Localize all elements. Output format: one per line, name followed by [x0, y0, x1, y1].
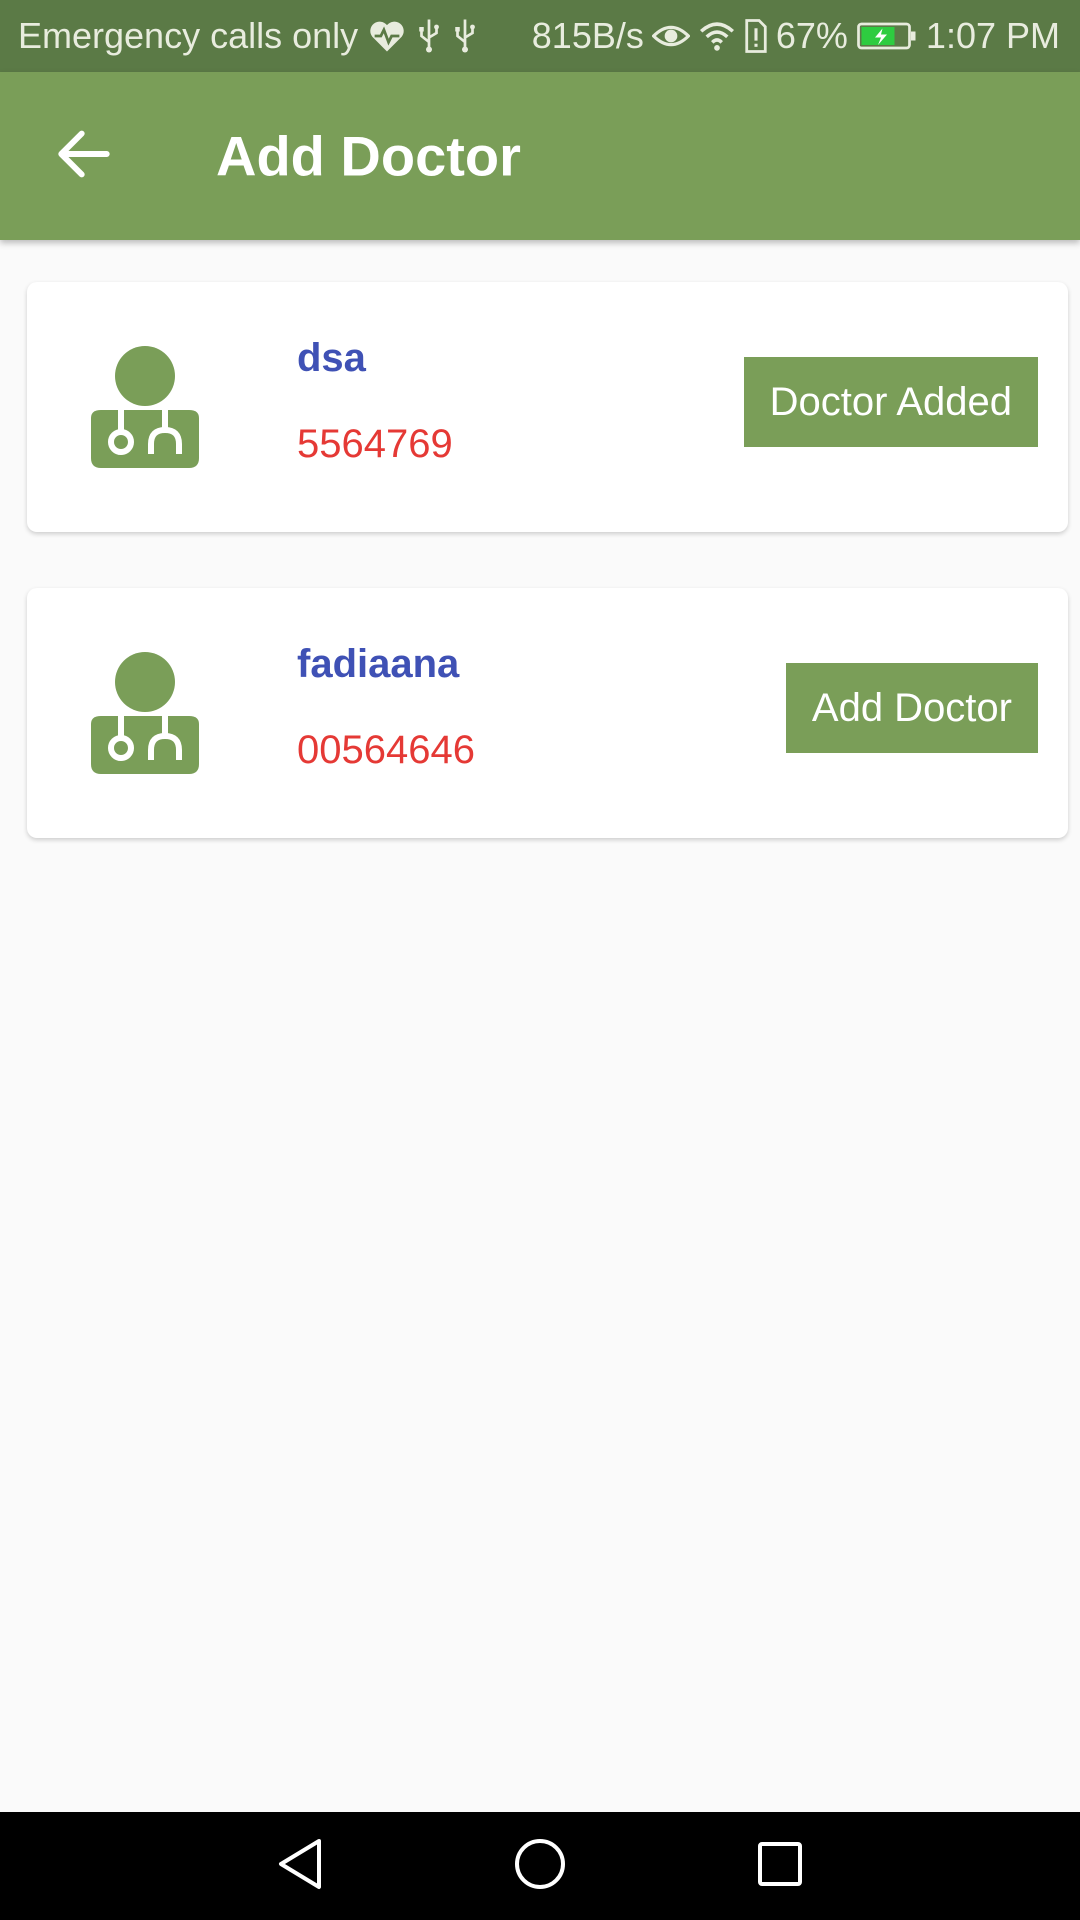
usb-icon — [452, 18, 478, 54]
app-bar: Add Doctor — [0, 72, 1080, 240]
wifi-icon — [698, 20, 736, 52]
heart-pulse-icon — [368, 19, 406, 53]
add-doctor-button[interactable]: Add Doctor — [785, 663, 1038, 753]
status-time: 1:07 PM — [925, 15, 1060, 56]
arrow-left-icon — [56, 129, 112, 184]
navigation-bar — [0, 1812, 1080, 1920]
doctor-phone: 5564769 — [297, 422, 453, 466]
doctor-name: fadiaana — [297, 642, 460, 686]
doctor-name: dsa — [297, 336, 366, 380]
doctor-added-button[interactable]: Doctor Added — [743, 357, 1038, 447]
doctor-list: dsa 5564769 Doctor Added fadiaana 005646… — [27, 282, 1068, 894]
page-title: Add Doctor — [216, 124, 521, 188]
doctor-icon — [91, 650, 199, 774]
back-button[interactable] — [44, 116, 124, 196]
doctor-card: dsa 5564769 Doctor Added — [27, 282, 1068, 532]
doctor-icon — [91, 344, 199, 468]
status-left: Emergency calls only — [18, 15, 478, 57]
carrier-text: Emergency calls only — [18, 15, 359, 56]
status-right: 815B/s 67% 1:07 PM — [532, 15, 1060, 57]
home-circle-icon — [513, 1837, 567, 1896]
nav-home-button[interactable] — [500, 1826, 580, 1906]
eye-icon — [651, 21, 690, 51]
status-bar: Emergency calls only 815B/s 67% 1:07 PM — [0, 0, 1080, 72]
sim-alert-icon — [744, 19, 768, 53]
nav-back-button[interactable] — [260, 1826, 340, 1906]
net-speed: 815B/s — [531, 15, 644, 56]
recents-square-icon — [756, 1840, 804, 1893]
doctor-card: fadiaana 00564646 Add Doctor — [27, 588, 1068, 838]
doctor-phone: 00564646 — [297, 728, 475, 772]
battery-charging-icon — [856, 21, 918, 51]
nav-recents-button[interactable] — [740, 1826, 820, 1906]
usb-icon — [416, 18, 442, 54]
back-triangle-icon — [275, 1837, 325, 1896]
battery-percent: 67% — [775, 15, 848, 56]
